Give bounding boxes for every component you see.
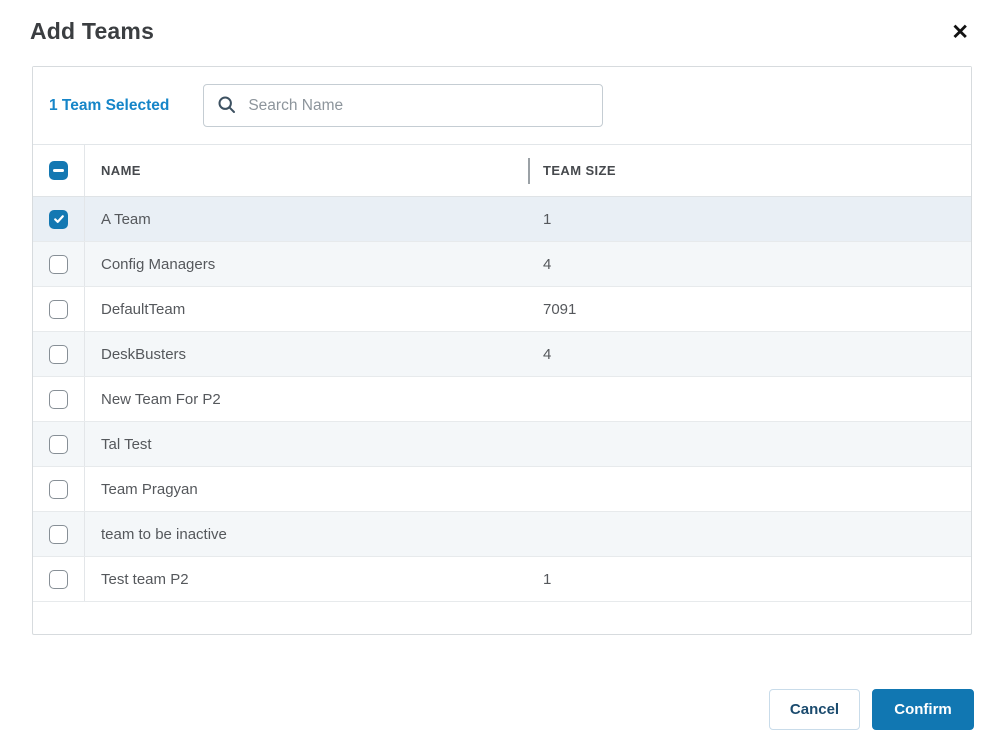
row-checkbox-cell xyxy=(33,332,85,376)
row-checkbox[interactable] xyxy=(49,345,68,364)
team-name: New Team For P2 xyxy=(85,391,528,408)
row-checkbox[interactable] xyxy=(49,435,68,454)
team-name: Team Pragyan xyxy=(85,481,528,498)
team-name: Tal Test xyxy=(85,436,528,453)
table-row[interactable]: New Team For P2 xyxy=(33,377,971,422)
row-checkbox[interactable] xyxy=(49,210,68,229)
modal-header: Add Teams ✕ xyxy=(0,0,997,47)
search-input[interactable] xyxy=(203,84,603,127)
checkmark-icon xyxy=(53,213,65,225)
row-checkbox-cell xyxy=(33,557,85,601)
row-checkbox-cell xyxy=(33,377,85,421)
team-name: DeskBusters xyxy=(85,346,528,363)
page-title: Add Teams xyxy=(30,16,154,45)
toolbar: 1 Team Selected xyxy=(33,67,971,144)
row-checkbox[interactable] xyxy=(49,480,68,499)
team-size: 1 xyxy=(528,211,971,228)
search-box xyxy=(203,84,603,127)
column-divider xyxy=(528,158,530,184)
team-name: A Team xyxy=(85,211,528,228)
row-checkbox-cell xyxy=(33,242,85,286)
team-size: 4 xyxy=(528,256,971,273)
table-row[interactable]: DefaultTeam7091 xyxy=(33,287,971,332)
column-header-team-size-cell[interactable]: TEAM SIZE xyxy=(528,163,971,178)
close-icon[interactable]: ✕ xyxy=(949,18,971,47)
table-row[interactable]: Team Pragyan xyxy=(33,467,971,512)
column-header-team-size: TEAM SIZE xyxy=(543,163,616,178)
row-checkbox-cell xyxy=(33,287,85,331)
team-name: DefaultTeam xyxy=(85,301,528,318)
row-checkbox[interactable] xyxy=(49,570,68,589)
table-row[interactable]: A Team1 xyxy=(33,197,971,242)
teams-panel: 1 Team Selected NAME TEAM SIZE A Team1Co… xyxy=(32,66,972,635)
table-row[interactable]: DeskBusters4 xyxy=(33,332,971,377)
row-checkbox[interactable] xyxy=(49,390,68,409)
table-row[interactable]: Config Managers4 xyxy=(33,242,971,287)
table-row[interactable]: team to be inactive xyxy=(33,512,971,557)
team-size: 4 xyxy=(528,346,971,363)
row-checkbox[interactable] xyxy=(49,255,68,274)
confirm-button[interactable]: Confirm xyxy=(872,689,974,730)
row-checkbox[interactable] xyxy=(49,525,68,544)
select-all-cell xyxy=(33,145,85,196)
select-all-checkbox[interactable] xyxy=(49,161,68,180)
team-size: 1 xyxy=(528,571,971,588)
indeterminate-dash-icon xyxy=(53,169,64,172)
team-size: 7091 xyxy=(528,301,971,318)
team-name: Test team P2 xyxy=(85,571,528,588)
table-row[interactable]: Test team P21 xyxy=(33,557,971,602)
selected-count-label: 1 Team Selected xyxy=(49,97,169,115)
table-header-row: NAME TEAM SIZE xyxy=(33,144,971,197)
row-checkbox-cell xyxy=(33,512,85,556)
row-checkbox-cell xyxy=(33,422,85,466)
column-header-name-cell[interactable]: NAME xyxy=(85,163,528,178)
team-name: Config Managers xyxy=(85,256,528,273)
table-filler-row xyxy=(33,602,971,633)
column-header-name: NAME xyxy=(101,163,141,178)
row-checkbox-cell xyxy=(33,197,85,241)
table-body: A Team1Config Managers4DefaultTeam7091De… xyxy=(33,197,971,602)
row-checkbox[interactable] xyxy=(49,300,68,319)
cancel-button[interactable]: Cancel xyxy=(769,689,860,730)
table-row[interactable]: Tal Test xyxy=(33,422,971,467)
row-checkbox-cell xyxy=(33,467,85,511)
team-name: team to be inactive xyxy=(85,526,528,543)
modal-footer: Cancel Confirm xyxy=(769,689,974,730)
